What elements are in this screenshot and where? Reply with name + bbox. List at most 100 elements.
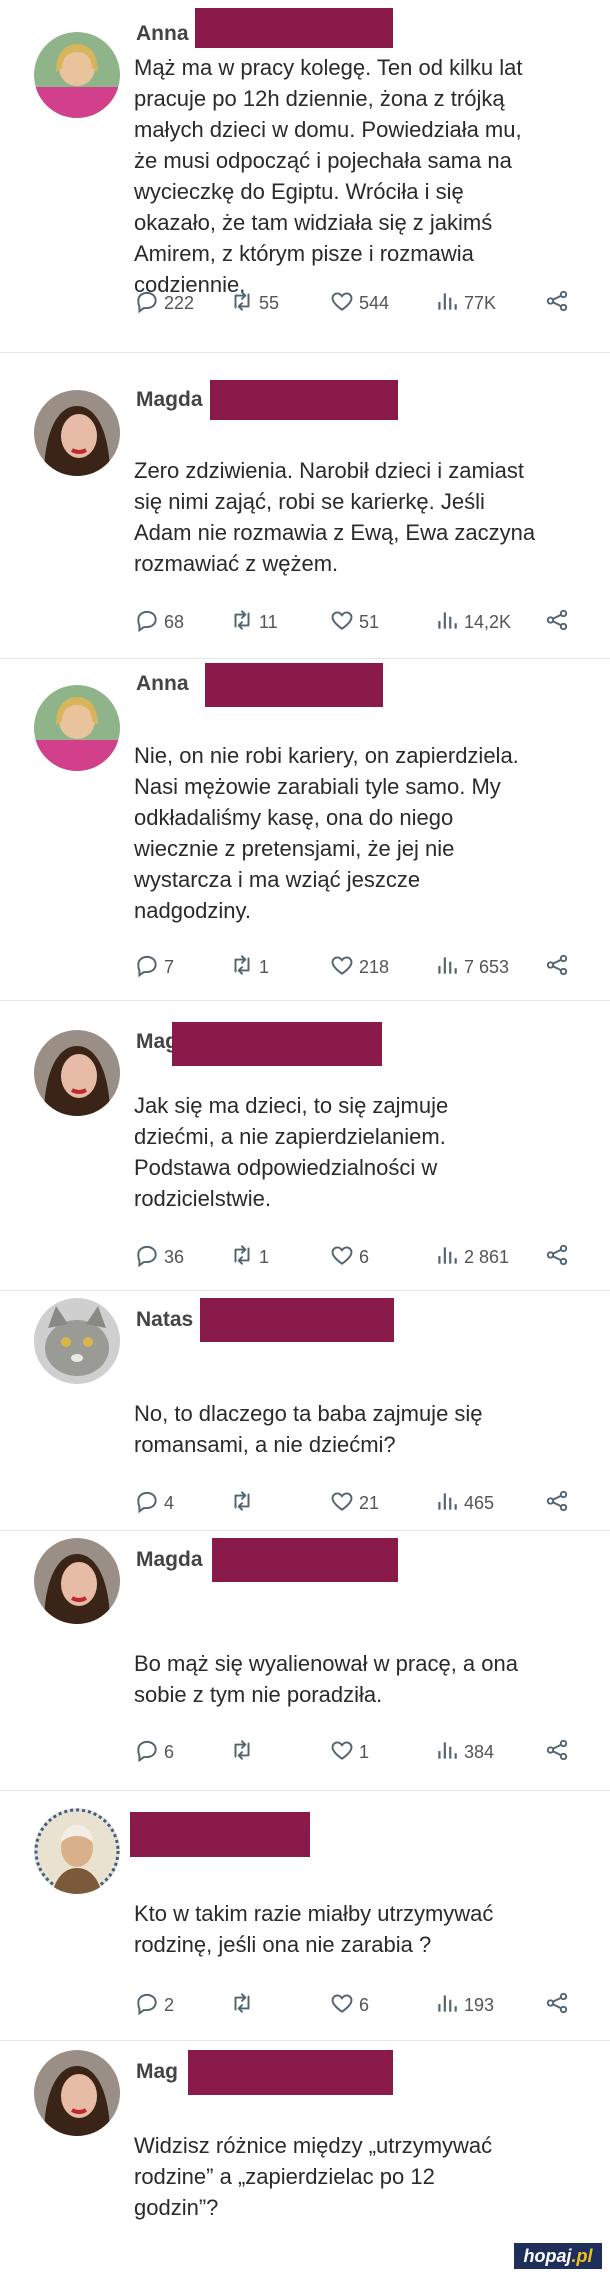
repost-icon <box>229 1990 255 2021</box>
reply-count: 68 <box>164 612 185 632</box>
views-button[interactable]: 14,2K <box>434 607 511 638</box>
share-button[interactable] <box>544 288 570 319</box>
repost-button[interactable]: 55 <box>229 288 279 319</box>
like-count: 51 <box>359 612 380 632</box>
reply-button[interactable]: 4 <box>134 1488 174 1519</box>
views-icon <box>434 952 460 983</box>
tweet-text: Kto w takim razie miałby utrzymywać rodzi… <box>134 1898 574 1960</box>
repost-icon <box>229 607 255 638</box>
share-icon <box>544 607 570 638</box>
avatar[interactable] <box>34 1298 120 1384</box>
reply-button[interactable]: 36 <box>134 1242 184 1273</box>
share-button[interactable] <box>544 1737 570 1768</box>
author-name[interactable]: Anna <box>136 672 189 696</box>
reply-button[interactable]: 68 <box>134 607 184 638</box>
avatar[interactable] <box>34 1030 120 1116</box>
repost-button[interactable]: 11 <box>229 607 278 638</box>
like-button[interactable]: 6 <box>329 1242 369 1273</box>
repost-button[interactable] <box>229 1488 259 1519</box>
tweet-text-line: okazało, że tam widziała się z jakimś <box>134 210 493 235</box>
avatar[interactable] <box>34 1808 120 1894</box>
avatar[interactable] <box>34 32 120 118</box>
repost-button[interactable] <box>229 1737 259 1768</box>
watermark-logo: hopaj .pl <box>514 2243 602 2269</box>
reply-count: 222 <box>164 293 195 313</box>
tweet-text-line: pracuje po 12h dziennie, żona z trójką <box>134 86 505 111</box>
reply-button[interactable]: 2 <box>134 1990 174 2021</box>
repost-icon <box>229 288 255 319</box>
share-button[interactable] <box>544 1242 570 1273</box>
views-button[interactable]: 193 <box>434 1990 494 2021</box>
views-button[interactable]: 465 <box>434 1488 494 1519</box>
like-count: 21 <box>359 1493 380 1513</box>
share-button[interactable] <box>544 1990 570 2021</box>
views-icon <box>434 1737 460 1768</box>
like-icon <box>329 1488 355 1519</box>
author-name[interactable]: Natas <box>136 1308 193 1332</box>
tweet-text-line: rodzine” a „zapierdzielac po 12 <box>134 2164 435 2189</box>
share-button[interactable] <box>544 1488 570 1519</box>
redacted-handle <box>212 1538 398 1582</box>
views-count: 465 <box>464 1493 495 1513</box>
tweet-text-line: Nasi mężowie zarabiali tyle samo. My <box>134 774 501 799</box>
share-icon <box>544 288 570 319</box>
avatar[interactable] <box>34 2050 120 2136</box>
like-button[interactable]: 544 <box>329 288 389 319</box>
tweet-text-line: rodzinę, jeśli ona nie zarabia ? <box>134 1932 432 1957</box>
views-count: 2 861 <box>464 1247 510 1267</box>
repost-count: 1 <box>259 957 270 977</box>
tweet-text-line: się nimi zająć, robi se karierkę. Jeśli <box>134 489 485 514</box>
like-button[interactable]: 6 <box>329 1990 369 2021</box>
separator <box>0 352 610 353</box>
reply-icon <box>134 952 160 983</box>
views-button[interactable]: 7 653 <box>434 952 509 983</box>
action-bar: 222 55 544 77K <box>134 288 574 318</box>
tweet-text-line: rozmawiać z wężem. <box>134 551 339 576</box>
share-icon <box>544 1242 570 1273</box>
reply-button[interactable]: 222 <box>134 288 194 319</box>
like-button[interactable]: 21 <box>329 1488 379 1519</box>
share-icon <box>544 1990 570 2021</box>
tweet-text-line: Jak się ma dzieci, to się zajmuje <box>134 1093 449 1118</box>
author-name[interactable]: Magda <box>136 1548 203 1572</box>
like-button[interactable]: 51 <box>329 607 379 638</box>
reply-button[interactable]: 6 <box>134 1737 174 1768</box>
share-button[interactable] <box>544 952 570 983</box>
repost-icon <box>229 952 255 983</box>
avatar[interactable] <box>34 685 120 771</box>
redacted-handle <box>188 2050 393 2095</box>
tweet-text-line: Nie, on nie robi kariery, on zapierdziel… <box>134 743 519 768</box>
reply-count: 36 <box>164 1247 185 1267</box>
tweet-text-line: małych dzieci w domu. Powiedziała mu, <box>134 117 522 142</box>
tweet-text-line: Mąż ma w pracy kolegę. Ten od kilku lat <box>134 55 523 80</box>
views-button[interactable]: 2 861 <box>434 1242 509 1273</box>
repost-button[interactable]: 1 <box>229 952 269 983</box>
views-button[interactable]: 384 <box>434 1737 494 1768</box>
action-bar: 2 6 193 <box>134 1990 574 2020</box>
repost-button[interactable] <box>229 1990 259 2021</box>
views-button[interactable]: 77K <box>434 288 496 319</box>
author-name[interactable]: Anna <box>136 22 189 46</box>
reply-button[interactable]: 7 <box>134 952 174 983</box>
like-count: 218 <box>359 957 390 977</box>
like-icon <box>329 1242 355 1273</box>
tweet-text-line: dziećmi, a nie zapierdzielaniem. <box>134 1124 446 1149</box>
like-button[interactable]: 1 <box>329 1737 369 1768</box>
repost-icon <box>229 1242 255 1273</box>
author-name[interactable]: Magda <box>136 388 203 412</box>
reply-count: 4 <box>164 1493 175 1513</box>
tweet-text: Jak się ma dzieci, to się zajmuje dziećmi… <box>134 1090 574 1214</box>
repost-button[interactable]: 1 <box>229 1242 269 1273</box>
reply-count: 2 <box>164 1995 175 2015</box>
like-icon <box>329 607 355 638</box>
like-icon <box>329 288 355 319</box>
avatar[interactable] <box>34 1538 120 1624</box>
views-count: 384 <box>464 1742 495 1762</box>
views-count: 7 653 <box>464 957 510 977</box>
like-button[interactable]: 218 <box>329 952 389 983</box>
author-name[interactable]: Mag <box>136 2060 178 2084</box>
avatar[interactable] <box>34 390 120 476</box>
tweet-text-line: Kto w takim razie miałby utrzymywać <box>134 1901 494 1926</box>
share-button[interactable] <box>544 607 570 638</box>
separator <box>0 1290 610 1291</box>
